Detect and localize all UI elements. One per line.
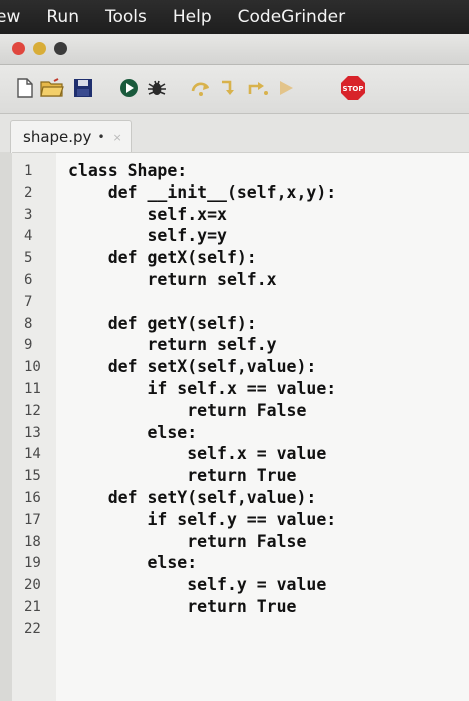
new-file-icon[interactable] [16, 77, 34, 99]
code-line[interactable]: def getY(self): [68, 314, 257, 333]
editor-tab-strip: shape.py • × [0, 114, 469, 153]
code-line[interactable]: else: [68, 423, 197, 442]
code-line[interactable]: return self.y [68, 335, 276, 354]
menu-help[interactable]: Help [173, 7, 212, 27]
code-line[interactable]: return False [68, 401, 306, 420]
line-number: 18 [24, 533, 41, 550]
stop-icon[interactable]: STOP [340, 75, 366, 101]
save-icon[interactable] [72, 77, 94, 99]
modified-indicator: • [97, 130, 105, 144]
code-line[interactable]: def getX(self): [68, 248, 257, 267]
line-number: 21 [24, 599, 41, 615]
menu-tools[interactable]: Tools [105, 7, 147, 27]
line-number: 22 [24, 620, 41, 637]
code-line[interactable]: return True [68, 466, 296, 485]
line-number: 3 [24, 206, 33, 223]
code-line[interactable]: self.y = value [68, 575, 326, 594]
close-icon[interactable] [12, 42, 25, 55]
menu-run[interactable]: Run [46, 7, 79, 27]
line-number: 10 [24, 359, 41, 376]
code-line[interactable]: return False [68, 532, 306, 551]
step-over-icon[interactable] [190, 77, 212, 99]
tab-shape-py[interactable]: shape.py • × [10, 120, 132, 153]
line-number: 7 [24, 293, 33, 310]
run-icon[interactable] [118, 77, 140, 99]
code-editor[interactable]: 1 2 3 4 5 6 7 8 9 10 11 12 13 14 15 16 17 18 19 20 21 22 clas… [12, 152, 469, 701]
line-number: 15 [24, 468, 41, 485]
line-number: 12 [24, 402, 41, 419]
line-number: 9 [24, 337, 33, 354]
line-number: 6 [24, 272, 33, 288]
line-number: 17 [24, 511, 41, 528]
stop-label: STOP [343, 85, 364, 93]
code-line[interactable]: if self.x == value: [68, 379, 336, 398]
code-line[interactable]: return self.x [68, 270, 276, 289]
zoom-icon[interactable] [54, 42, 67, 55]
code-line[interactable]: def setY(self,value): [68, 488, 317, 507]
line-number: 16 [24, 490, 41, 506]
menu-view[interactable]: ew [0, 7, 20, 27]
debug-icon[interactable] [146, 77, 168, 99]
code-line[interactable]: if self.y == value: [68, 510, 336, 529]
line-number: 5 [24, 250, 33, 267]
code-line[interactable]: self.x=x [68, 205, 226, 224]
line-number: 11 [24, 381, 41, 397]
menu-bar: ew Run Tools Help CodeGrinder [0, 0, 469, 34]
line-number: 19 [24, 555, 41, 572]
line-number: 13 [24, 424, 41, 441]
code-line[interactable]: class Shape: [68, 161, 187, 180]
line-number: 1 [24, 163, 33, 179]
line-number: 20 [24, 577, 41, 594]
code-line[interactable]: return True [68, 597, 296, 616]
code-line[interactable]: self.y=y [68, 226, 226, 245]
line-number-gutter: 1 2 3 4 5 6 7 8 9 10 11 12 13 14 15 16 17 18 19 20 21 22 [12, 153, 56, 701]
code-line[interactable]: else: [68, 553, 197, 572]
toolbar: STOP [0, 65, 469, 114]
tab-filename: shape.py [23, 128, 92, 146]
code-line[interactable]: def __init__(self,x,y): [68, 183, 336, 202]
line-number: 14 [24, 446, 41, 463]
line-number: 4 [24, 228, 33, 245]
close-tab-icon[interactable]: × [113, 131, 122, 144]
line-number: 2 [24, 184, 33, 201]
resume-icon[interactable] [276, 77, 296, 99]
code-line[interactable]: self.x = value [68, 444, 326, 463]
code-line[interactable]: def setX(self,value): [68, 357, 317, 376]
line-number: 8 [24, 315, 33, 332]
step-out-icon[interactable] [246, 77, 270, 99]
minimize-icon[interactable] [33, 42, 46, 55]
window-titlebar [0, 34, 469, 65]
step-into-icon[interactable] [218, 77, 240, 99]
open-folder-icon[interactable] [40, 77, 64, 99]
menu-codegrinder[interactable]: CodeGrinder [238, 7, 345, 27]
